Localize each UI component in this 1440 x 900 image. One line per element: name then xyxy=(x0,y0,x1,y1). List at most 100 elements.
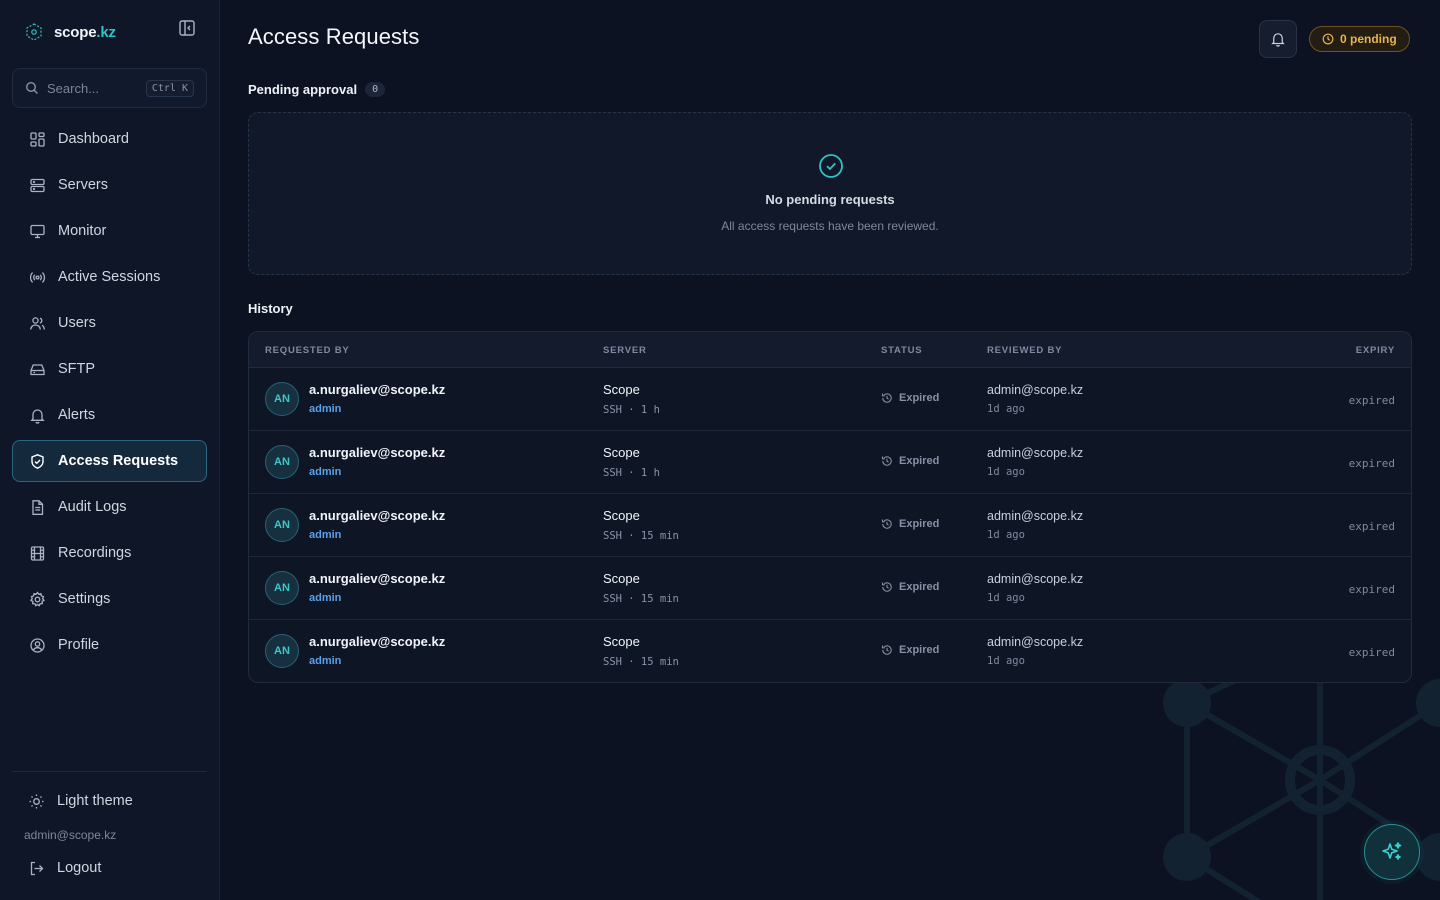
reviewed-time: 1d ago xyxy=(987,403,1025,415)
status-badge: Expired xyxy=(881,581,939,593)
expiry-value: expired xyxy=(1348,457,1395,470)
status-badge: Expired xyxy=(881,392,939,404)
sidebar-item-dashboard[interactable]: Dashboard xyxy=(12,118,207,160)
server-access-meta: SSH · 15 min xyxy=(603,530,679,542)
bell-icon xyxy=(1271,33,1285,47)
ai-assistant-button[interactable] xyxy=(1364,824,1420,880)
history-label: History xyxy=(248,301,293,316)
page-title: Access Requests xyxy=(248,24,420,49)
clock-icon xyxy=(1322,33,1334,45)
status-label: Expired xyxy=(899,392,940,404)
sidebar-item-monitor[interactable]: Monitor xyxy=(12,210,207,252)
column-header-requested-by[interactable]: REQUESTED BY xyxy=(265,345,350,356)
sidebar-item-active-sessions[interactable]: Active Sessions xyxy=(12,256,207,298)
brand-name: scope.kz xyxy=(54,23,116,41)
main-content: Access Requests 0 pending Pending approv… xyxy=(220,0,1440,900)
sidebar-item-label: Dashboard xyxy=(58,131,129,147)
history-icon xyxy=(881,645,892,655)
empty-state-title: No pending requests xyxy=(765,192,895,207)
sidebar-item-settings[interactable]: Settings xyxy=(12,578,207,620)
search-box[interactable]: Ctrl K xyxy=(12,68,207,108)
pending-count-chip: 0 xyxy=(365,82,386,97)
pending-badge-label: 0 pending xyxy=(1340,32,1397,46)
user-circle-icon xyxy=(30,637,45,653)
search-shortcut-hint: Ctrl K xyxy=(145,79,194,97)
check-circle-icon xyxy=(819,154,843,178)
sidebar-item-label: Recordings xyxy=(58,545,132,561)
history-icon xyxy=(881,582,892,592)
sidebar-item-users[interactable]: Users xyxy=(12,302,207,344)
pending-count-badge: 0 pending xyxy=(1309,26,1410,52)
sidebar-item-label: Settings xyxy=(58,591,111,607)
requester-role: admin xyxy=(309,592,342,604)
history-table: REQUESTED BY SERVER STATUS REVIEWED BY E… xyxy=(248,331,1412,683)
sidebar-item-label: Users xyxy=(58,315,96,331)
requester-email: a.nurgaliev@scope.kz xyxy=(309,382,446,397)
reviewer-email: admin@scope.kz xyxy=(987,446,1084,460)
expiry-value: expired xyxy=(1348,394,1395,407)
monitor-icon xyxy=(30,224,45,238)
brand-logo[interactable]: scope.kz xyxy=(24,20,116,44)
empty-state-subtitle: All access requests have been reviewed. xyxy=(721,219,939,233)
sidebar-item-audit-logs[interactable]: Audit Logs xyxy=(12,486,207,528)
sidebar-item-sftp[interactable]: SFTP xyxy=(12,348,207,390)
reviewed-time: 1d ago xyxy=(987,655,1025,667)
sidebar-item-label: Monitor xyxy=(58,223,107,239)
sidebar-item-label: Servers xyxy=(58,177,108,193)
status-label: Expired xyxy=(899,518,940,530)
light-theme-toggle[interactable]: Light theme xyxy=(12,782,207,820)
pending-approval-heading: Pending approval 0 xyxy=(248,82,386,97)
logout-button[interactable]: Logout xyxy=(12,849,207,887)
pending-approval-label: Pending approval xyxy=(248,82,358,97)
sidebar-item-label: Active Sessions xyxy=(58,269,161,285)
history-icon xyxy=(881,519,892,529)
bell-icon xyxy=(30,408,45,424)
column-header-server[interactable]: SERVER xyxy=(603,345,647,356)
shield-check-icon xyxy=(31,453,44,469)
dashboard-icon xyxy=(30,131,45,147)
table-row[interactable]: AN a.nurgaliev@scope.kz admin Scope SSH … xyxy=(249,431,1411,494)
collapse-sidebar-button[interactable] xyxy=(176,17,198,39)
expiry-value: expired xyxy=(1348,583,1395,596)
table-row[interactable]: AN a.nurgaliev@scope.kz admin Scope SSH … xyxy=(249,557,1411,620)
table-row[interactable]: AN a.nurgaliev@scope.kz admin Scope SSH … xyxy=(249,368,1411,431)
avatar: AN xyxy=(265,382,299,416)
reviewer-email: admin@scope.kz xyxy=(987,635,1084,649)
hexagon-logo-icon xyxy=(26,23,42,41)
sidebar-collapse-icon xyxy=(179,20,195,36)
broadcast-icon xyxy=(29,271,46,283)
status-label: Expired xyxy=(899,581,940,593)
column-header-expiry[interactable]: EXPIRY xyxy=(1356,345,1395,356)
sidebar-item-recordings[interactable]: Recordings xyxy=(12,532,207,574)
column-header-reviewed-by[interactable]: REVIEWED BY xyxy=(987,345,1062,356)
server-name: Scope xyxy=(603,508,640,523)
server-access-meta: SSH · 1 h xyxy=(603,467,660,479)
notifications-button[interactable] xyxy=(1259,20,1297,58)
avatar: AN xyxy=(265,508,299,542)
history-icon xyxy=(881,393,892,403)
sidebar-footer: Light theme admin@scope.kz Logout xyxy=(12,771,207,876)
sidebar-item-label: SFTP xyxy=(58,361,96,377)
requester-email: a.nurgaliev@scope.kz xyxy=(309,445,446,460)
sidebar-item-alerts[interactable]: Alerts xyxy=(12,394,207,436)
server-name: Scope xyxy=(603,382,640,397)
drive-icon xyxy=(30,363,45,375)
avatar: AN xyxy=(265,445,299,479)
sidebar-item-servers[interactable]: Servers xyxy=(12,164,207,206)
reviewer-email: admin@scope.kz xyxy=(987,572,1084,586)
server-access-meta: SSH · 1 h xyxy=(603,404,660,416)
sidebar-item-access-requests[interactable]: Access Requests xyxy=(12,440,207,482)
servers-icon xyxy=(30,178,45,192)
users-icon xyxy=(30,316,45,330)
current-user-email: admin@scope.kz xyxy=(24,828,117,842)
column-header-status[interactable]: STATUS xyxy=(881,345,922,356)
theme-toggle-label: Light theme xyxy=(57,793,133,809)
reviewed-time: 1d ago xyxy=(987,466,1025,478)
requester-role: admin xyxy=(309,403,342,415)
sidebar-item-profile[interactable]: Profile xyxy=(12,624,207,666)
search-input[interactable] xyxy=(47,80,137,96)
avatar: AN xyxy=(265,634,299,668)
history-icon xyxy=(881,456,892,466)
table-row[interactable]: AN a.nurgaliev@scope.kz admin Scope SSH … xyxy=(249,620,1411,682)
table-row[interactable]: AN a.nurgaliev@scope.kz admin Scope SSH … xyxy=(249,494,1411,557)
